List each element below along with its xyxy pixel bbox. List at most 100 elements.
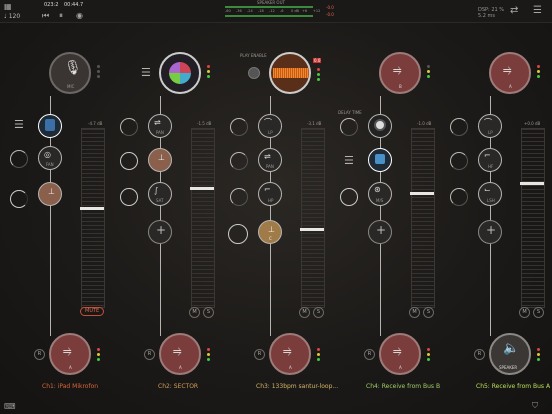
output-button[interactable]: ⥤ A xyxy=(379,333,421,375)
channel-name[interactable]: Ch5: Receive from Bus A xyxy=(476,383,550,390)
pause-icon[interactable]: ⏸ xyxy=(59,11,63,21)
channel-fader[interactable] xyxy=(191,128,215,308)
pan-knob[interactable] xyxy=(230,152,248,170)
plugin-slot-1[interactable] xyxy=(38,114,62,138)
output-button[interactable]: ⥤ A xyxy=(49,333,91,375)
reverse-button[interactable]: R xyxy=(364,349,375,360)
output-label: A xyxy=(179,365,182,370)
fan-knob[interactable] xyxy=(10,150,28,168)
pan-node[interactable]: ⇌ PAN xyxy=(148,114,172,138)
fader-cap[interactable] xyxy=(190,187,214,190)
plugin-slot-2[interactable] xyxy=(368,148,392,172)
input-mic-button[interactable]: 🎙 MIC xyxy=(49,52,91,94)
mute-button[interactable]: M xyxy=(519,307,530,318)
node-label: M/S xyxy=(376,198,384,203)
solo-button[interactable]: S xyxy=(533,307,544,318)
hf-knob[interactable] xyxy=(450,152,468,170)
input-bus-b-button[interactable]: ⥤ B xyxy=(379,52,421,94)
lsh-node[interactable]: ⌙ LSH xyxy=(478,182,502,206)
input-bus-a-button[interactable]: ⥤ A xyxy=(489,52,531,94)
input-leds xyxy=(537,65,540,80)
fader-cap[interactable] xyxy=(410,192,434,195)
gain-knob[interactable] xyxy=(10,190,28,208)
channel-name[interactable]: Ch1: iPad Mikrofon xyxy=(42,383,98,390)
ms-node[interactable]: ⊛ M/S xyxy=(368,182,392,206)
channel-name[interactable]: Ch2: SECTOR xyxy=(158,383,198,390)
node-label: PAN xyxy=(266,164,274,169)
sample-player-button[interactable] xyxy=(269,52,311,94)
plugin-menu-icon[interactable]: ☰ xyxy=(14,118,24,131)
mute-button[interactable]: M xyxy=(299,307,310,318)
lp-knob[interactable] xyxy=(450,118,468,136)
fader-cap[interactable] xyxy=(80,207,104,210)
lp-node[interactable]: ⌒ LP xyxy=(258,114,282,138)
delay-knob[interactable] xyxy=(340,118,358,136)
menu-icon[interactable]: ☰ xyxy=(533,6,542,16)
ms-knob[interactable] xyxy=(340,188,358,206)
plugin-menu-icon[interactable]: ☰ xyxy=(141,66,151,79)
reverse-button[interactable]: R xyxy=(144,349,155,360)
output-arrow-icon: ⥤ xyxy=(63,344,72,357)
bookmark-icon[interactable]: ⛉ xyxy=(532,401,538,411)
add-plugin-button[interactable]: + xyxy=(478,220,502,244)
hp-knob[interactable] xyxy=(230,188,248,206)
lp-node[interactable]: ⌒ LP xyxy=(478,114,502,138)
output-leds xyxy=(537,348,540,363)
mute-button[interactable]: M xyxy=(409,307,420,318)
hf-node[interactable]: ⌐ HF xyxy=(478,148,502,172)
output-button[interactable]: ⥤ A xyxy=(159,333,201,375)
mute-button[interactable]: M xyxy=(189,307,200,318)
meter-bar-left xyxy=(225,6,313,8)
delay-plugin-node[interactable] xyxy=(368,114,392,138)
gain-node[interactable]: ⊥ xyxy=(38,182,62,206)
fader-value: -3.1 dB xyxy=(307,121,322,126)
grid-icon[interactable]: ▦ xyxy=(4,2,12,12)
fader-cap[interactable] xyxy=(300,228,324,231)
channel-fader[interactable] xyxy=(81,128,105,308)
lsh-knob[interactable] xyxy=(450,188,468,206)
output-button[interactable]: ⥤ A xyxy=(269,333,311,375)
hp-node[interactable]: ⌐ HP xyxy=(258,182,282,206)
plugin-menu-icon[interactable]: ☰ xyxy=(344,154,354,167)
input-leds xyxy=(427,65,430,80)
routing-icon[interactable]: ⇄ xyxy=(510,6,518,16)
lowshelf-icon: ⌙ xyxy=(484,185,491,194)
tempo-label[interactable]: ♩ 120 xyxy=(4,13,20,20)
sat-node[interactable]: ∫ SAT xyxy=(148,182,172,206)
sat-knob[interactable] xyxy=(120,188,138,206)
mute-button[interactable]: MUTE xyxy=(80,307,105,316)
keyboard-icon[interactable]: ⌨ xyxy=(4,402,16,411)
comp-knob[interactable] xyxy=(228,224,248,244)
fader-cap[interactable] xyxy=(520,182,544,185)
plugin-sector-button[interactable] xyxy=(159,52,201,94)
reverse-button[interactable]: R xyxy=(34,349,45,360)
play-enable-toggle[interactable] xyxy=(248,67,260,79)
rewind-icon[interactable]: ⏮ xyxy=(42,11,49,21)
lp-knob[interactable] xyxy=(230,118,248,136)
channel-name[interactable]: Ch3: 133bpm santur-loop... xyxy=(256,383,338,390)
channel-name[interactable]: Ch4: Receive from Bus B xyxy=(366,383,440,390)
solo-button[interactable]: S xyxy=(313,307,324,318)
comp-node[interactable]: ⊥ C xyxy=(258,220,282,244)
pan-node[interactable]: ⇌ PAN xyxy=(258,148,282,172)
pan-knob[interactable] xyxy=(120,118,138,136)
reverse-button[interactable]: R xyxy=(254,349,265,360)
channel-fader[interactable] xyxy=(411,128,435,308)
fan-node[interactable]: ◎ FAN xyxy=(38,146,62,170)
channel-fader[interactable] xyxy=(301,128,325,308)
output-speaker-button[interactable]: 🔈 SPEAKER xyxy=(489,333,531,375)
add-plugin-button[interactable]: + xyxy=(148,220,172,244)
gain-knob[interactable] xyxy=(120,152,138,170)
solo-button[interactable]: S xyxy=(423,307,434,318)
plugin-thumb-icon xyxy=(375,154,385,164)
plugin-thumb-icon xyxy=(45,119,55,131)
fader-icon: ⊥ xyxy=(158,153,165,162)
solo-button[interactable]: S xyxy=(203,307,214,318)
record-icon[interactable]: ◉ xyxy=(76,11,83,21)
node-label: FAN xyxy=(46,162,54,167)
sector-logo-icon xyxy=(169,62,191,84)
reverse-button[interactable]: R xyxy=(474,349,485,360)
channel-fader[interactable] xyxy=(521,128,545,308)
gain-node[interactable]: ⊥ xyxy=(148,148,172,172)
add-plugin-button[interactable]: + xyxy=(368,220,392,244)
